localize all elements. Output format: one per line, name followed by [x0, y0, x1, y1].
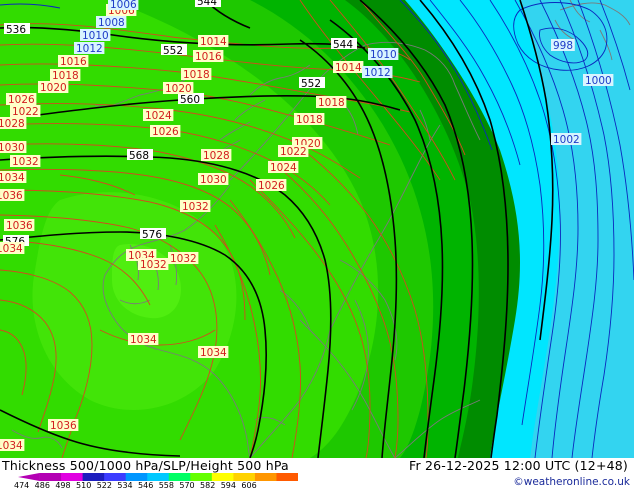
slp-label-high: 1032: [140, 259, 167, 271]
slp-label-low: 998: [553, 40, 573, 52]
slp-label-high: 1022: [280, 146, 307, 158]
scale-swatch: [190, 473, 213, 481]
slp-label-high: 1030: [200, 174, 227, 186]
slp-label-high: 1026: [258, 180, 285, 192]
height-label-552a: 552: [163, 45, 183, 57]
slp-label-high: 1020: [40, 82, 67, 94]
slp-label-high: 1034: [0, 243, 23, 255]
scale-swatch: [82, 473, 105, 481]
slp-label-high: 1018: [318, 97, 345, 109]
slp-label-high: 1014: [200, 36, 227, 48]
scale-tick-label: 534: [117, 481, 133, 490]
scale-tick-label: 594: [220, 481, 236, 490]
slp-label-high: 1020: [165, 83, 192, 95]
slp-label-high: 1028: [203, 150, 230, 162]
slp-label-low: 1002: [553, 134, 580, 146]
scale-tick-label: 606: [241, 481, 257, 490]
slp-label-high: 1032: [182, 201, 209, 213]
scale-tick-label: 474: [14, 481, 30, 490]
scale-swatch: [276, 473, 298, 481]
weather-map: 544 536 552 552 560 568 576 576 544 1006…: [0, 0, 634, 458]
scale-swatch: [104, 473, 127, 481]
height-label-544a: 544: [197, 0, 217, 8]
slp-label-high: 1036: [50, 420, 77, 432]
slp-label-low: 1000: [585, 75, 612, 87]
scale-arrow-left: [18, 473, 40, 481]
height-label-544b: 544: [333, 39, 353, 51]
height-label-568: 568: [129, 150, 149, 162]
scale-tick-label: 486: [34, 481, 50, 490]
slp-label-high: 1016: [60, 56, 87, 68]
slp-label-high: 1024: [270, 162, 297, 174]
slp-label-low: 1012: [364, 67, 391, 79]
scale-tick-label: 546: [138, 481, 154, 490]
slp-label-high: 1022: [12, 106, 39, 118]
footer: Thickness 500/1000 hPa/SLP/Height 500 hP…: [0, 458, 634, 490]
slp-label-high: 1018: [52, 70, 79, 82]
height-label-536: 536: [6, 24, 26, 36]
slp-label-low: 1008: [98, 17, 125, 29]
height-label-576a: 576: [142, 229, 162, 241]
scale-swatch: [211, 473, 234, 481]
slp-label-low: 1006: [110, 0, 137, 11]
scale-swatch: [168, 473, 191, 481]
slp-label-high: 1034: [130, 334, 157, 346]
scale-swatch: [233, 473, 256, 481]
scale-tick-label: 570: [179, 481, 195, 490]
slp-label-high: 1034: [0, 440, 23, 452]
height-label-560: 560: [180, 94, 200, 106]
scale-tick-label: 522: [96, 481, 112, 490]
scale-tick-label: 510: [76, 481, 92, 490]
slp-label-low: 1012: [76, 43, 103, 55]
slp-label-high: 1036: [0, 190, 23, 202]
slp-label-high: 1024: [145, 110, 172, 122]
slp-label-high: 1014: [335, 62, 362, 74]
slp-label-high: 1032: [12, 156, 39, 168]
scale-tick-label: 498: [55, 481, 71, 490]
slp-label-high: 1018: [296, 114, 323, 126]
scale-swatch: [147, 473, 170, 481]
credit-text: ©weatheronline.co.uk: [513, 476, 630, 488]
slp-label-high: 1026: [8, 94, 35, 106]
slp-label-high: 1034: [200, 347, 227, 359]
scale-tick-label: 582: [200, 481, 216, 490]
scale-swatch: [254, 473, 277, 481]
scale-tick-label: 558: [158, 481, 174, 490]
slp-label-high: 1026: [152, 126, 179, 138]
map-title: Thickness 500/1000 hPa/SLP/Height 500 hP…: [2, 458, 289, 473]
slp-label-high: 1030: [0, 142, 25, 154]
slp-label-high: 1034: [0, 172, 25, 184]
slp-label-high: 1018: [183, 69, 210, 81]
slp-label-low: 1010: [82, 30, 109, 42]
forecast-datetime: Fr 26-12-2025 12:00 UTC (12+48): [409, 458, 628, 473]
slp-label-high: 1028: [0, 118, 25, 130]
slp-label-high: 1036: [6, 220, 33, 232]
slp-label-high: 1016: [195, 51, 222, 63]
slp-label-high: 1032: [170, 253, 197, 265]
scale-swatch: [39, 473, 62, 481]
thickness-color-scale: [18, 473, 298, 481]
slp-label-low: 1010: [370, 49, 397, 61]
scale-ticks: 474 486 498 510 522 534 546 558 570 582 594 606: [14, 481, 262, 490]
scale-swatch: [61, 473, 84, 481]
map-canvas: 544 536 552 552 560 568 576 576 544 1006…: [0, 0, 634, 458]
scale-swatch: [125, 473, 148, 481]
height-label-552b: 552: [301, 78, 321, 90]
